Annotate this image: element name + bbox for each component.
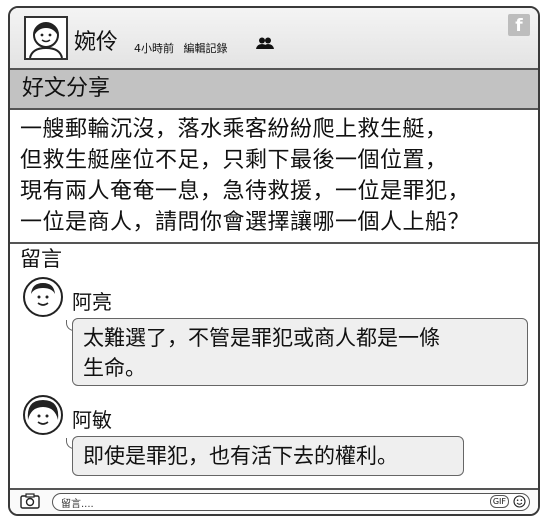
commenter-name[interactable]: 阿敏 <box>72 408 112 432</box>
comment-text-line: 太難選了，不管是罪犯或商人都是一條 <box>83 326 440 350</box>
comment-input[interactable]: 留言.... GIF <box>52 493 530 511</box>
smiley-icon[interactable] <box>513 495 526 508</box>
comment-bubble: 即使是罪犯，也有活下去的權利。 <box>72 436 464 476</box>
post-title-bar: 好文分享 <box>10 70 538 110</box>
comment-footer: 留言.... GIF <box>10 488 538 514</box>
post-body-line: 一位是商人，請問你會選擇讓哪一個人上船？ <box>20 210 471 235</box>
post-title: 好文分享 <box>22 76 111 101</box>
edit-history-link[interactable]: 編輯記錄 <box>184 42 228 55</box>
gif-icon[interactable]: GIF <box>489 495 509 508</box>
post-meta: 4小時前 編輯記錄 <box>134 40 234 56</box>
post-body: 一艘郵輪沉沒，落水乘客紛紛爬上救生艇， 但救生艇座位不足，只剩下最後一個位置， … <box>20 114 534 238</box>
post-header: 婉伶 4小時前 編輯記錄 f <box>10 8 538 70</box>
user-avatar-icon <box>29 22 63 59</box>
section-divider <box>10 242 538 244</box>
camera-icon[interactable] <box>20 493 40 509</box>
post-time: 4小時前 <box>134 42 174 55</box>
comment-bubble: 太難選了，不管是罪犯或商人都是一條 生命。 <box>72 318 528 386</box>
post-body-line: 現有兩人奄奄一息，急待救援，一位是罪犯， <box>20 179 471 204</box>
user-avatar[interactable] <box>24 16 68 60</box>
commenter-avatar-icon[interactable] <box>22 276 64 318</box>
username[interactable]: 婉伶 <box>74 30 118 56</box>
comment-text-line: 即使是罪犯，也有活下去的權利。 <box>83 444 398 468</box>
comment-text-line: 生命。 <box>83 356 146 380</box>
comment-placeholder: 留言.... <box>61 499 94 510</box>
post-body-line: 一艘郵輪沉沒，落水乘客紛紛爬上救生艇， <box>20 117 448 142</box>
commenter-avatar-icon[interactable] <box>22 394 64 436</box>
facebook-icon: f <box>508 14 530 36</box>
commenter-name[interactable]: 阿亮 <box>72 290 112 314</box>
friends-icon <box>256 37 274 49</box>
post-card: 婉伶 4小時前 編輯記錄 f 好文分享 一艘郵輪沉沒，落水乘客紛紛爬上救生艇， … <box>8 6 540 516</box>
comments-heading: 留言 <box>20 247 62 271</box>
post-body-line: 但救生艇座位不足，只剩下最後一個位置， <box>20 148 448 173</box>
